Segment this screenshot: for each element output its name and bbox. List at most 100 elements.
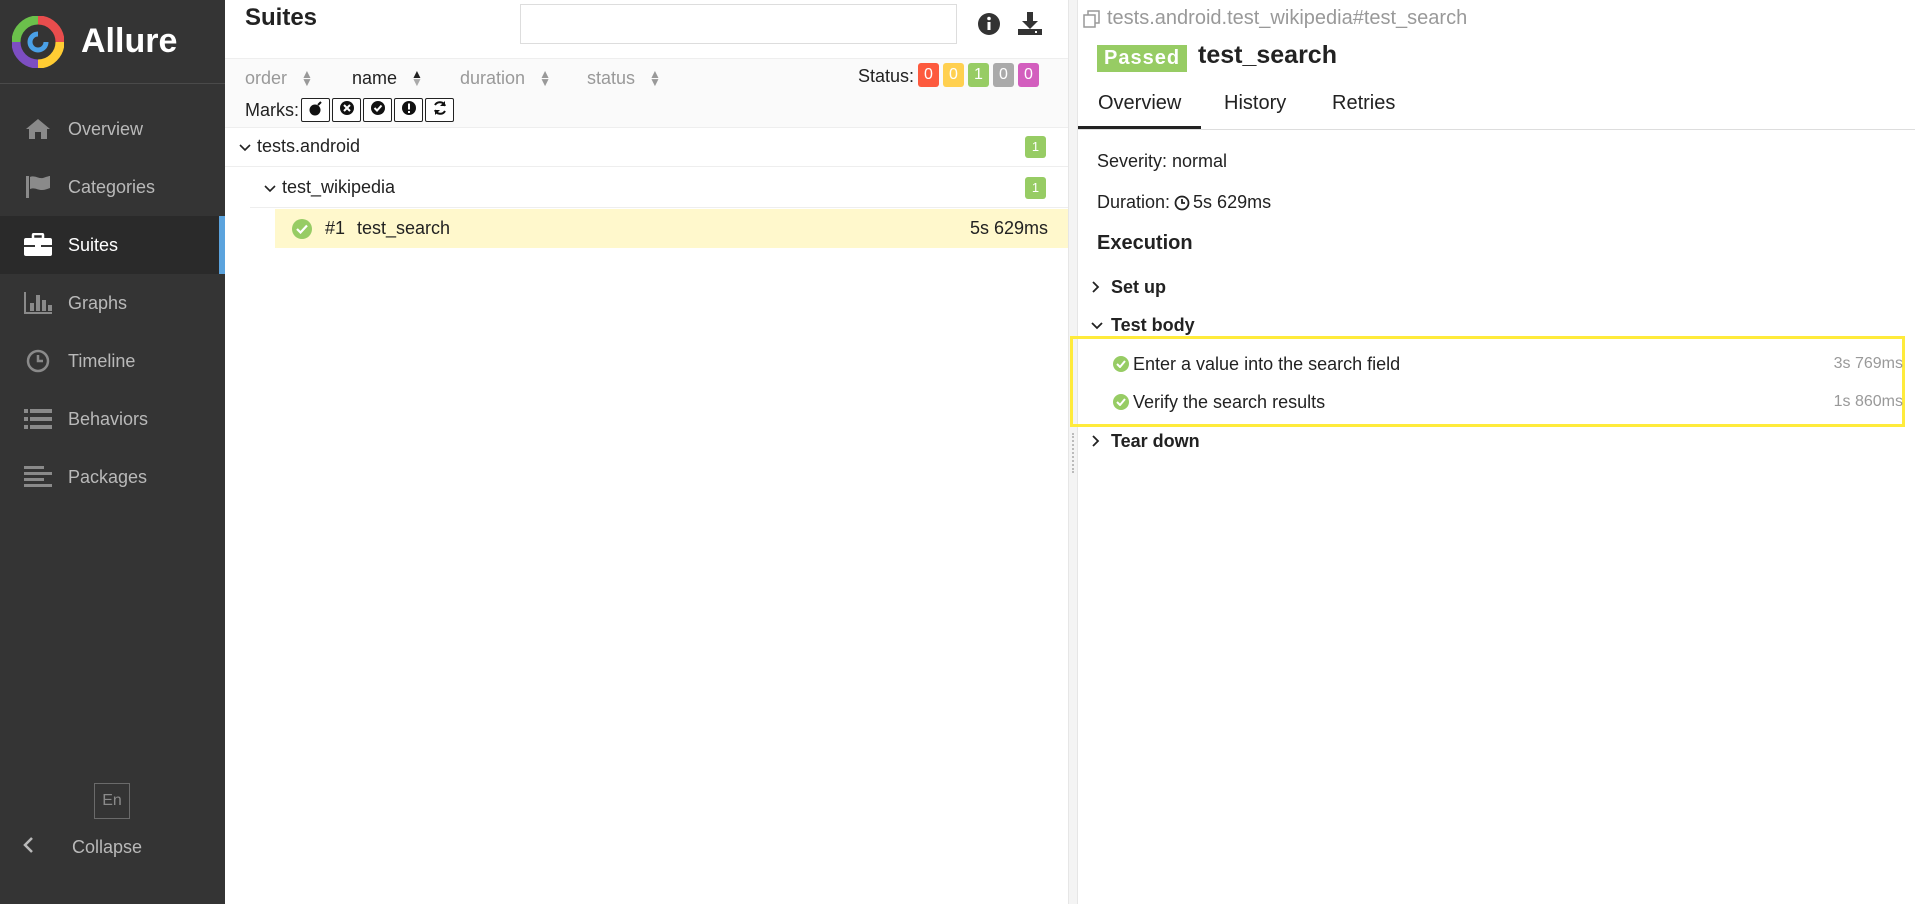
sidebar-item-label: Packages	[68, 466, 148, 487]
test-number: #1	[325, 218, 346, 238]
test-case-row[interactable]: #1 test_search 5s 629ms	[275, 209, 1068, 248]
new-passed-mark-button[interactable]	[363, 98, 392, 122]
marks-label: Marks:	[245, 100, 299, 120]
status-broken-badge[interactable]: 0	[943, 63, 964, 87]
sort-status[interactable]: status ▲ ▼	[587, 65, 661, 91]
briefcase-icon	[22, 231, 54, 259]
sidebar-item-overview[interactable]: Overview	[0, 100, 225, 158]
sidebar-item-behaviors[interactable]: Behaviors	[0, 390, 225, 448]
sort-name[interactable]: name ▲ ▼	[352, 65, 423, 91]
pane-resizer[interactable]	[1068, 0, 1078, 904]
sidebar-item-label: Overview	[68, 118, 144, 139]
subgroup-count-badge: 1	[1025, 176, 1046, 199]
step-row[interactable]: Enter a value into the search field 3s 7…	[1113, 349, 1903, 379]
sort-label: order	[245, 67, 288, 88]
check-circle-icon	[370, 100, 386, 121]
duration-label: Duration:	[1097, 192, 1171, 212]
tab-overview[interactable]: Overview	[1077, 92, 1202, 129]
refresh-icon	[432, 100, 448, 121]
tree-subgroup-row[interactable]: test_wikipedia 1	[250, 168, 1068, 208]
sort-duration[interactable]: duration ▲ ▼	[460, 65, 551, 91]
bar-chart-icon	[22, 289, 54, 317]
sidebar-item-label: Suites	[68, 234, 119, 255]
step-duration: 1s 860ms	[1833, 393, 1903, 410]
sidebar-item-label: Timeline	[68, 350, 136, 371]
tree-group-row[interactable]: tests.android 1	[225, 127, 1068, 167]
passed-check-icon	[1113, 394, 1129, 410]
tree-subgroup-name: test_wikipedia	[282, 177, 396, 197]
download-icon[interactable]	[1017, 10, 1043, 36]
status-unknown-badge[interactable]: 0	[1018, 63, 1039, 87]
chevron-down-icon	[264, 180, 276, 196]
sidebar-item-packages[interactable]: Packages	[0, 448, 225, 506]
app-name: Allure	[81, 22, 178, 60]
sidebar-item-graphs[interactable]: Graphs	[0, 274, 225, 332]
status-passed-badge[interactable]: 1	[968, 63, 989, 87]
collapse-button[interactable]: Collapse	[22, 832, 142, 862]
teardown-section[interactable]: Tear down	[1091, 431, 1200, 452]
passed-check-icon	[292, 218, 312, 239]
setup-section[interactable]: Set up	[1091, 277, 1166, 298]
times-circle-icon	[339, 100, 355, 121]
new-failed-mark-button[interactable]	[332, 98, 361, 122]
duration-field: Duration: 5s 629ms	[1097, 192, 1271, 213]
bomb-icon	[308, 100, 324, 121]
page-title: Suites	[245, 4, 318, 31]
tab-history[interactable]: History	[1224, 92, 1286, 115]
sidebar-item-categories[interactable]: Categories	[0, 158, 225, 216]
test-name: test_search	[357, 218, 451, 238]
sidebar: Allure Overview Categories Suites Graphs	[0, 0, 225, 904]
test-body-label: Test body	[1111, 315, 1195, 335]
test-detail-pane: tests.android.test_wikipedia#test_search…	[1070, 0, 1915, 904]
duration-value: 5s 629ms	[1193, 192, 1272, 212]
retries-mark-button[interactable]	[425, 98, 454, 122]
chevron-right-icon	[1091, 434, 1103, 450]
tree-group-name: tests.android	[257, 136, 361, 156]
flag-icon	[22, 173, 54, 201]
sidebar-item-suites[interactable]: Suites	[0, 216, 225, 274]
flaky-mark-button[interactable]	[301, 98, 330, 122]
passed-check-icon	[1113, 356, 1129, 372]
status-badge: Passed	[1097, 45, 1188, 72]
step-row[interactable]: Verify the search results 1s 860ms	[1113, 387, 1903, 417]
test-path-text: tests.android.test_wikipedia#test_search	[1107, 7, 1468, 29]
test-body-section[interactable]: Test body	[1091, 315, 1195, 336]
chevron-left-icon	[22, 836, 34, 859]
sidebar-nav: Overview Categories Suites Graphs Timeli…	[0, 100, 225, 506]
sort-icon: ▲ ▼	[539, 67, 551, 89]
step-duration: 3s 769ms	[1833, 355, 1903, 372]
chevron-down-icon	[1091, 318, 1103, 334]
detail-tabs: Overview History Retries	[1077, 84, 1915, 130]
search-input[interactable]	[520, 4, 957, 44]
chevron-down-icon	[239, 139, 251, 155]
info-icon[interactable]	[977, 12, 1001, 36]
new-broken-mark-button[interactable]	[394, 98, 423, 122]
chevron-right-icon	[1091, 280, 1103, 296]
group-count-badge: 1	[1025, 135, 1046, 158]
step-name: Enter a value into the search field	[1133, 353, 1401, 374]
sort-icon: ▲ ▼	[411, 67, 423, 89]
sidebar-item-label: Categories	[68, 176, 156, 197]
sort-label: duration	[460, 67, 526, 88]
execution-title: Execution	[1097, 232, 1193, 254]
status-failed-badge[interactable]: 0	[918, 63, 939, 87]
align-left-icon	[22, 463, 54, 491]
language-button[interactable]: En	[94, 783, 130, 819]
suites-pane: Suites order ▲ ▼ name ▲ ▼ duration ▲ ▼ stat…	[225, 0, 1068, 904]
test-path[interactable]: tests.android.test_wikipedia#test_search	[1083, 7, 1467, 30]
tab-retries[interactable]: Retries	[1332, 92, 1395, 115]
step-name: Verify the search results	[1133, 391, 1326, 412]
sidebar-item-label: Behaviors	[68, 408, 149, 429]
sidebar-item-timeline[interactable]: Timeline	[0, 332, 225, 390]
status-filter-label: Status:	[858, 66, 915, 86]
status-skipped-badge[interactable]: 0	[993, 63, 1014, 87]
clock-icon	[1174, 195, 1190, 211]
sidebar-item-label: Graphs	[68, 292, 128, 313]
setup-label: Set up	[1111, 277, 1167, 297]
clock-icon	[22, 347, 54, 375]
exclamation-circle-icon	[401, 100, 417, 121]
brand[interactable]: Allure	[0, 0, 225, 84]
sort-order[interactable]: order ▲ ▼	[245, 65, 313, 91]
severity-field: Severity: normal	[1097, 151, 1228, 171]
sort-icon: ▲ ▼	[649, 67, 661, 89]
